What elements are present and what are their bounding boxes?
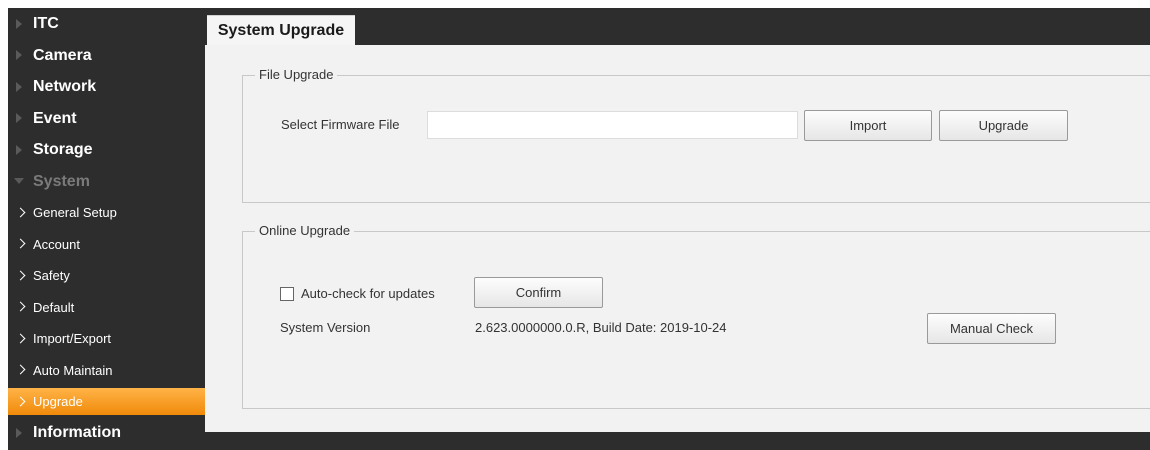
sidebar-item-auto-maintain[interactable]: Auto Maintain [8,355,205,387]
sidebar-section-label: Information [33,424,121,441]
sidebar-section-label: Network [33,78,97,95]
firmware-file-field[interactable] [427,111,798,139]
tab-system-upgrade[interactable]: System Upgrade [207,15,355,45]
chevron-right-icon [15,396,26,406]
sidebar-item-label: Safety [33,268,70,283]
chevron-right-icon [15,207,26,218]
auto-check-label[interactable]: Auto-check for updates [301,285,435,303]
sidebar-section-label: Event [33,109,77,127]
system-version-value: 2.623.0000000.0.R, Build Date: 2019-10-2… [475,320,727,335]
caret-right-icon [16,113,22,124]
sidebar-section-label: System [33,172,90,190]
sidebar-section-label: Camera [33,46,92,64]
chevron-right-icon [15,270,26,281]
sidebar-item-safety[interactable]: Safety [8,260,205,292]
sidebar-item-label: Account [33,236,80,252]
caret-right-icon [16,81,22,92]
sidebar-item-general-setup[interactable]: General Setup [8,197,205,229]
import-button[interactable]: Import [804,110,932,141]
sidebar-section-system[interactable]: System [8,166,205,198]
sidebar-section-network[interactable]: Network [8,71,205,103]
sidebar: ITC Camera Network Event Storage System … [8,8,205,450]
select-firmware-label: Select Firmware File [281,117,400,132]
sidebar-item-upgrade[interactable]: Upgrade [8,388,205,415]
chevron-right-icon [15,333,26,344]
manual-check-button[interactable]: Manual Check [927,313,1056,344]
footer-bar [205,432,1150,450]
sidebar-section-camera[interactable]: Camera [8,40,205,72]
caret-right-icon [16,427,22,438]
sidebar-item-label: Import/Export [33,331,112,346]
sidebar-section-event[interactable]: Event [8,103,205,135]
sidebar-section-itc[interactable]: ITC [8,8,205,40]
sidebar-section-storage[interactable]: Storage [8,134,205,166]
sidebar-item-label: Upgrade [33,394,83,409]
caret-right-icon [16,50,22,61]
sidebar-item-label: Default [33,299,75,315]
main-content: File Upgrade Select Firmware File Import… [205,45,1150,432]
chevron-right-icon [15,364,26,375]
sidebar-section-label: ITC [33,15,59,32]
sidebar-item-label: Auto Maintain [33,362,113,378]
caret-right-icon [16,18,22,29]
caret-right-icon [16,144,22,155]
caret-down-icon [14,178,24,185]
chevron-right-icon [15,238,26,249]
auto-check-checkbox[interactable] [280,287,294,301]
sidebar-item-import-export[interactable]: Import/Export [8,323,205,355]
online-upgrade-legend: Online Upgrade [255,222,355,240]
sidebar-item-label: General Setup [33,205,117,220]
upgrade-button[interactable]: Upgrade [939,110,1068,141]
sidebar-item-default[interactable]: Default [8,292,205,324]
sidebar-section-information[interactable]: Information [8,417,205,449]
sidebar-item-account[interactable]: Account [8,229,205,261]
sidebar-section-label: Storage [33,141,93,158]
chevron-right-icon [15,301,26,312]
system-version-label: System Version [280,320,371,335]
confirm-button[interactable]: Confirm [474,277,603,308]
file-upgrade-legend: File Upgrade [255,66,338,84]
